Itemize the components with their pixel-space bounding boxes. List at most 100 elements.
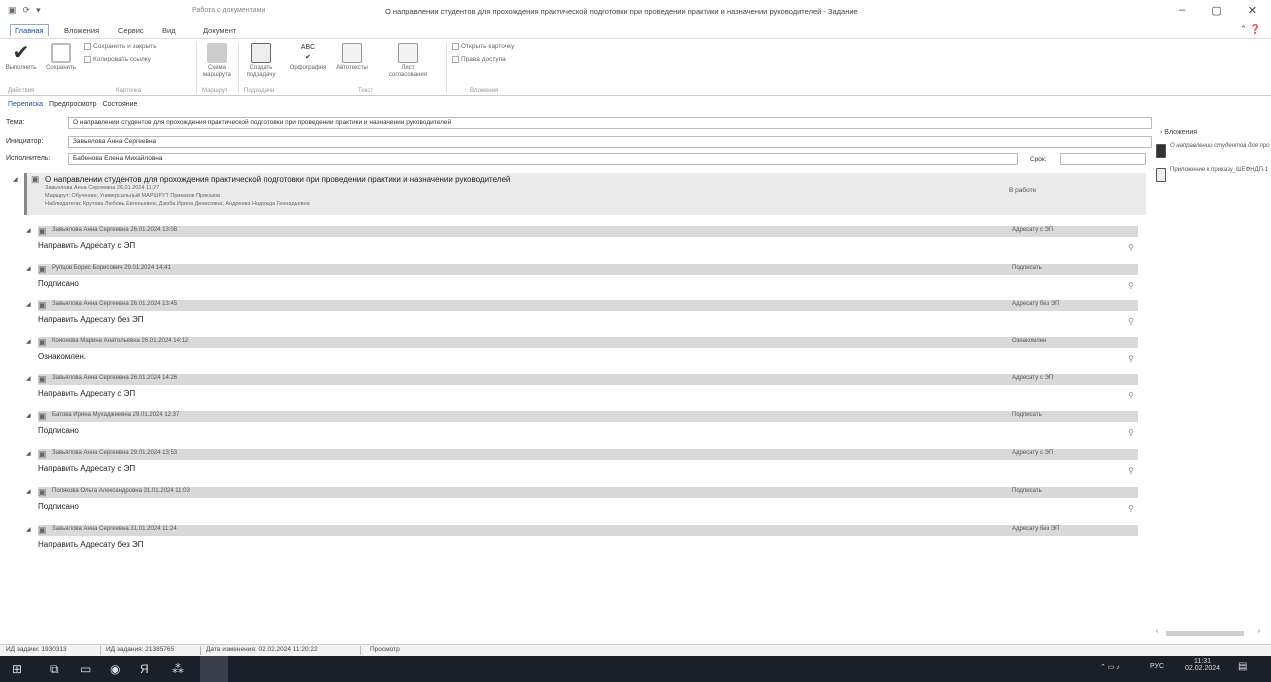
- collapse-icon[interactable]: ◢: [26, 526, 31, 533]
- customize-quick-icon[interactable]: ▾: [36, 5, 41, 16]
- windows-start-icon[interactable]: ⊞: [12, 662, 22, 676]
- root-task-card[interactable]: ◢ ▣ О направлении студентов для прохожде…: [13, 173, 1146, 215]
- approval-sheet-button[interactable]: Лист согласования: [386, 41, 430, 79]
- create-subtask-button[interactable]: Создать подзадачу: [242, 41, 280, 79]
- subject-row: Тема: О направлении студентов для прохож…: [6, 117, 1152, 129]
- title-bar: ▣ ⟳ ▾ Работа с документами О направлении…: [0, 0, 1271, 24]
- message-header-bar: [38, 226, 1138, 237]
- collapse-icon[interactable]: ◢: [13, 176, 18, 183]
- horizontal-scrollbar[interactable]: ‹ ›: [1152, 628, 1264, 638]
- executor-field[interactable]: Бабенова Елена Михайловна: [68, 153, 1018, 165]
- tab-state[interactable]: Состояние: [103, 101, 138, 108]
- message-item[interactable]: ◢ ▣ Кононова Марина Анатольевна 26.01.20…: [26, 337, 1146, 371]
- task-id: ИД задачи: 1930313: [6, 646, 67, 653]
- message-item[interactable]: ◢ ▣ Завьялова Анна Сергеевна 29.01.2024 …: [26, 449, 1146, 483]
- tray-icons[interactable]: ⌃ ▭ ♪: [1100, 663, 1120, 671]
- pin-icon[interactable]: ⚲: [1128, 243, 1134, 252]
- route-label: Схема маршрута: [203, 65, 231, 78]
- checkmark-icon: ✔: [12, 42, 30, 64]
- route-button[interactable]: Схема маршрута: [200, 41, 234, 79]
- group-card-label: Карточка: [116, 88, 142, 94]
- access-rights-button[interactable]: Права доступа: [452, 56, 506, 63]
- message-item[interactable]: ◢ ▣ Завьялова Анна Сергеевна 31.01.2024 …: [26, 525, 1146, 559]
- tab-correspondence[interactable]: Переписка: [8, 101, 43, 108]
- pin-icon[interactable]: ⚲: [1128, 391, 1134, 400]
- chevron-right-icon: ›: [1160, 129, 1163, 136]
- tab-view[interactable]: Вид: [162, 26, 176, 35]
- collapse-icon[interactable]: ◢: [26, 488, 31, 495]
- separator: [446, 43, 447, 93]
- attachments-title: Вложения: [1164, 129, 1198, 136]
- scroll-right-icon[interactable]: ›: [1258, 628, 1260, 635]
- tab-preview[interactable]: Предпросмотр: [49, 101, 96, 108]
- refresh-quick-icon[interactable]: ⟳: [23, 5, 31, 16]
- clock[interactable]: 11:31 02.02.2024: [1185, 658, 1220, 672]
- collapse-icon[interactable]: ◢: [26, 338, 31, 345]
- context-tab-label: Работа с документами: [192, 7, 266, 14]
- subject-field[interactable]: О направлении студентов для прохождения …: [68, 117, 1152, 129]
- save-close-button[interactable]: Сохранить и закрыть: [84, 43, 157, 50]
- message-header: Рупцов Борис Борисович 29.01.2024 14:41: [52, 265, 171, 271]
- file-explorer-icon[interactable]: ▭: [80, 662, 91, 676]
- spelling-label: Орфография: [289, 65, 327, 71]
- pin-icon[interactable]: ⚲: [1128, 504, 1134, 513]
- collapse-icon[interactable]: ◢: [26, 450, 31, 457]
- autotexts-button[interactable]: Автотексты: [332, 41, 372, 72]
- help-icon[interactable]: ⌃ ❓: [1240, 24, 1261, 35]
- message-item[interactable]: ◢ ▣ Завьялова Анна Сергеевна 26.01.2024 …: [26, 374, 1146, 408]
- attachment-item[interactable]: О направлении студентов для про: [1156, 142, 1270, 164]
- attachments-header[interactable]: › Вложения: [1160, 129, 1197, 136]
- initiator-field[interactable]: Завьялова Анна Сергеевна: [68, 136, 1152, 148]
- open-card-label: Открыть карточку: [461, 43, 515, 51]
- sheet-icon: [398, 43, 418, 63]
- active-app-icon[interactable]: [200, 656, 228, 682]
- pin-icon[interactable]: ⚲: [1128, 428, 1134, 437]
- collapse-icon[interactable]: ◢: [26, 265, 31, 272]
- app-icon[interactable]: ⁂: [172, 662, 184, 676]
- tab-document[interactable]: Документ: [203, 26, 236, 35]
- card-icon: [452, 43, 459, 50]
- pin-icon[interactable]: ⚲: [1128, 466, 1134, 475]
- task-view-icon[interactable]: ⧉: [50, 662, 59, 677]
- message-item[interactable]: ◢ ▣ Полякова Ольга Александровна 31.01.2…: [26, 487, 1146, 521]
- attachment-item[interactable]: Приложение к приказу_ШЕФНДП-1: [1156, 166, 1268, 188]
- pin-icon[interactable]: ⚲: [1128, 317, 1134, 326]
- message-status: Адресату с ЭП: [1012, 375, 1054, 381]
- maximize-button[interactable]: ▢: [1211, 4, 1221, 17]
- language-indicator[interactable]: РУС: [1150, 663, 1164, 670]
- attachment-name: О направлении студентов для про: [1170, 143, 1270, 149]
- collapse-icon[interactable]: ◢: [26, 375, 31, 382]
- tab-service[interactable]: Сервис: [118, 26, 144, 35]
- yandex-browser-icon[interactable]: ◉: [110, 662, 120, 676]
- scroll-left-icon[interactable]: ‹: [1156, 628, 1158, 635]
- notifications-icon[interactable]: ▤: [1238, 661, 1247, 672]
- copy-link-button[interactable]: Копировать ссылку: [84, 56, 151, 63]
- pin-icon[interactable]: ⚲: [1128, 354, 1134, 363]
- pin-icon[interactable]: ⚲: [1128, 281, 1134, 290]
- clock-date: 02.02.2024: [1185, 665, 1221, 672]
- access-rights-label: Права доступа: [461, 56, 506, 64]
- message-item[interactable]: ◢ ▣ Завьялова Анна Сергеевна 26.01.2024 …: [26, 300, 1146, 334]
- minimize-button[interactable]: –: [1179, 4, 1185, 17]
- save-quick-icon[interactable]: ▣: [8, 5, 17, 16]
- collapse-icon[interactable]: ◢: [26, 227, 31, 234]
- message-item[interactable]: ◢ ▣ Батова Ирина Мухаджиевна 29.01.2024 …: [26, 411, 1146, 445]
- message-item[interactable]: ◢ ▣ Рупцов Борис Борисович 29.01.2024 14…: [26, 264, 1146, 298]
- tab-attachments[interactable]: Вложения: [64, 26, 99, 35]
- spelling-button[interactable]: ABC ✔ Орфография: [288, 41, 328, 72]
- open-card-button[interactable]: Открыть карточку: [452, 43, 514, 50]
- message-item[interactable]: ◢ ▣ Завьялова Анна Сергеевна 26.01.2024 …: [26, 226, 1146, 260]
- execute-button[interactable]: ✔ Выполнить: [4, 41, 38, 72]
- message-header-bar: [38, 487, 1138, 498]
- collapse-icon[interactable]: ◢: [26, 412, 31, 419]
- yandex-icon[interactable]: Я: [140, 662, 149, 676]
- close-button[interactable]: ✕: [1248, 4, 1257, 17]
- message-status: Адресату без ЭП: [1012, 301, 1060, 307]
- tab-home[interactable]: Главная: [10, 24, 49, 36]
- scrollbar-thumb[interactable]: [1166, 631, 1244, 636]
- message-header: Завьялова Анна Сергеевна 26.01.2024 14:2…: [52, 375, 178, 381]
- collapse-icon[interactable]: ◢: [26, 301, 31, 308]
- save-button[interactable]: Сохранить: [44, 41, 78, 72]
- deadline-field[interactable]: [1060, 153, 1146, 165]
- message-status: Адресату без ЭП: [1012, 526, 1060, 532]
